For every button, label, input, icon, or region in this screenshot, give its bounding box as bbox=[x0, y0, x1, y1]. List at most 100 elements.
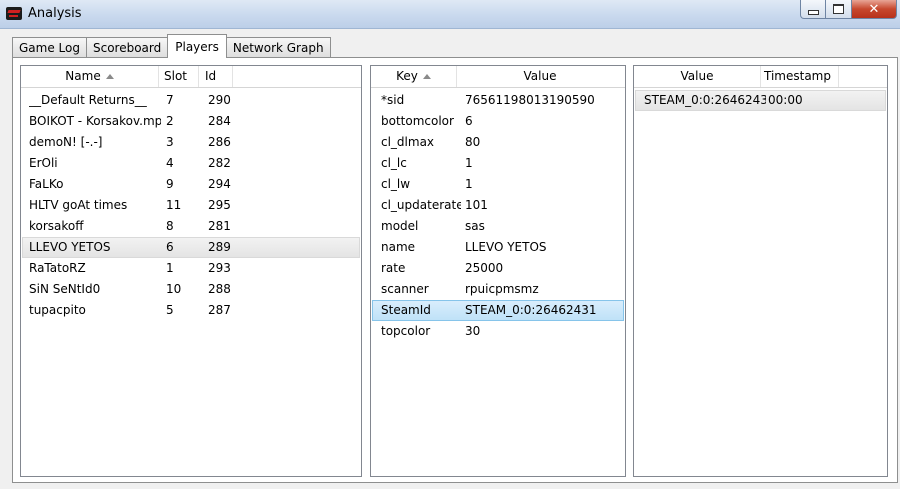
minimize-icon bbox=[807, 9, 819, 15]
table-row[interactable]: name LLEVO YETOS bbox=[372, 237, 624, 258]
window-body: Game Log Scoreboard Players Network Grap… bbox=[0, 29, 900, 489]
property-value-cell: 101 bbox=[465, 198, 488, 212]
title-bar: Analysis ✕ bbox=[0, 0, 900, 29]
table-row[interactable]: scanner rpuicpmsmz bbox=[372, 279, 624, 300]
player-id-cell: 286 bbox=[208, 135, 231, 149]
property-value-cell: STEAM_0:0:26462431 bbox=[465, 303, 597, 317]
table-row[interactable]: topcolor 30 bbox=[372, 321, 624, 342]
table-row[interactable]: demoN! [-.-] 3 286 bbox=[22, 132, 360, 153]
property-key-cell: rate bbox=[381, 261, 406, 275]
sort-ascending-icon bbox=[105, 74, 114, 79]
player-name-cell: HLTV goAt times bbox=[29, 198, 128, 212]
player-id-cell: 289 bbox=[208, 240, 231, 254]
close-icon: ✕ bbox=[868, 1, 880, 17]
maximize-button[interactable] bbox=[825, 0, 852, 19]
table-row[interactable]: cl_lc 1 bbox=[372, 153, 624, 174]
property-value-cell: 1 bbox=[465, 156, 473, 170]
players-rows: __Default Returns__ 7 290 BOIKOT - Korsakov… bbox=[21, 88, 361, 321]
property-key-cell: model bbox=[381, 219, 419, 233]
tab-game-log[interactable]: Game Log bbox=[12, 37, 87, 57]
property-key-cell: cl_updaterate bbox=[381, 198, 461, 212]
property-value-cell: 76561198013190590 bbox=[465, 93, 595, 107]
table-row[interactable]: ErOli 4 282 bbox=[22, 153, 360, 174]
player-slot-cell: 4 bbox=[166, 156, 174, 170]
player-slot-cell: 8 bbox=[166, 219, 174, 233]
table-row[interactable]: rate 25000 bbox=[372, 258, 624, 279]
property-key-cell: cl_lc bbox=[381, 156, 407, 170]
table-row[interactable]: *sid 76561198013190590 bbox=[372, 90, 624, 111]
table-row[interactable]: FaLKo 9 294 bbox=[22, 174, 360, 195]
column-header-value[interactable]: Value bbox=[457, 66, 623, 87]
player-slot-cell: 2 bbox=[166, 114, 174, 128]
player-name-cell: __Default Returns__ bbox=[29, 93, 147, 107]
app-logo-icon bbox=[6, 7, 22, 20]
table-row[interactable]: HLTV goAt times 11 295 bbox=[22, 195, 360, 216]
player-name-cell: tupacpito bbox=[29, 303, 86, 317]
table-row[interactable]: cl_dlmax 80 bbox=[372, 132, 624, 153]
table-row[interactable]: STEAM_0:0:26462431 00:00 bbox=[635, 90, 886, 111]
table-row[interactable]: bottomcolor 6 bbox=[372, 111, 624, 132]
player-name-cell: demoN! [-.-] bbox=[29, 135, 103, 149]
tab-scoreboard[interactable]: Scoreboard bbox=[85, 37, 169, 57]
history-timestamp-cell: 00:00 bbox=[768, 93, 803, 107]
tab-strip: Game Log Scoreboard Players Network Grap… bbox=[12, 34, 331, 58]
column-header-name[interactable]: Name bbox=[21, 66, 159, 87]
table-row[interactable]: korsakoff 8 281 bbox=[22, 216, 360, 237]
column-header-history-value[interactable]: Value bbox=[634, 66, 761, 87]
property-key-cell: cl_lw bbox=[381, 177, 411, 191]
column-header-name-label: Name bbox=[65, 69, 101, 83]
property-key-cell: SteamId bbox=[381, 303, 431, 317]
properties-list-header: Key Value bbox=[371, 66, 625, 88]
player-id-cell: 287 bbox=[208, 303, 231, 317]
table-row[interactable]: RaTatoRZ 1 293 bbox=[22, 258, 360, 279]
player-slot-cell: 6 bbox=[166, 240, 174, 254]
player-name-cell: LLEVO YETOS bbox=[29, 240, 111, 254]
player-id-cell: 281 bbox=[208, 219, 231, 233]
players-list[interactable]: Name Slot Id __Default Returns__ 7 290 BOIK… bbox=[20, 65, 362, 477]
player-slot-cell: 3 bbox=[166, 135, 174, 149]
history-value-cell: STEAM_0:0:26462431 bbox=[644, 93, 766, 107]
table-row[interactable]: tupacpito 5 287 bbox=[22, 300, 360, 321]
maximize-icon bbox=[833, 4, 844, 14]
tab-network-graph[interactable]: Network Graph bbox=[225, 37, 331, 57]
history-rows: STEAM_0:0:26462431 00:00 bbox=[634, 88, 887, 111]
player-name-cell: korsakoff bbox=[29, 219, 84, 233]
table-row[interactable]: SteamId STEAM_0:0:26462431 bbox=[372, 300, 624, 321]
column-header-slot[interactable]: Slot bbox=[159, 66, 199, 87]
player-name-cell: ErOli bbox=[29, 156, 58, 170]
player-slot-cell: 10 bbox=[166, 282, 182, 296]
player-name-cell: FaLKo bbox=[29, 177, 64, 191]
close-button[interactable]: ✕ bbox=[851, 0, 897, 19]
minimize-button[interactable] bbox=[800, 0, 826, 19]
player-name-cell: RaTatoRZ bbox=[29, 261, 86, 275]
property-value-cell: 6 bbox=[465, 114, 473, 128]
table-row[interactable]: __Default Returns__ 7 290 bbox=[22, 90, 360, 111]
column-header-timestamp-label: Timestamp bbox=[764, 69, 831, 83]
table-row[interactable]: cl_lw 1 bbox=[372, 174, 624, 195]
property-key-cell: *sid bbox=[381, 93, 405, 107]
property-value-cell: 30 bbox=[465, 324, 481, 338]
property-key-cell: scanner bbox=[381, 282, 429, 296]
column-header-id[interactable]: Id bbox=[199, 66, 233, 87]
player-name-cell: SiN SeNtId0 bbox=[29, 282, 101, 296]
table-row[interactable]: SiN SeNtId0 10 288 bbox=[22, 279, 360, 300]
value-history-header: Value Timestamp bbox=[634, 66, 887, 100]
property-key-cell: name bbox=[381, 240, 416, 254]
player-name-cell: BOIKOT - Korsakov.mp3 bbox=[29, 114, 161, 128]
properties-list[interactable]: Key Value *sid 76561198013190590 bottomcol… bbox=[370, 65, 626, 477]
player-slot-cell: 9 bbox=[166, 177, 174, 191]
table-row[interactable]: cl_updaterate 101 bbox=[372, 195, 624, 216]
property-value-cell: 80 bbox=[465, 135, 481, 149]
table-row[interactable]: LLEVO YETOS 6 289 bbox=[22, 237, 360, 258]
player-id-cell: 293 bbox=[208, 261, 231, 275]
properties-rows: *sid 76561198013190590 bottomcolor 6 cl_dlma… bbox=[371, 88, 625, 342]
value-history-list[interactable]: Value Timestamp STEAM_0:0:26462431 00:00 bbox=[633, 65, 888, 477]
players-list-header: Name Slot Id bbox=[21, 66, 361, 88]
property-key-cell: bottomcolor bbox=[381, 114, 454, 128]
column-header-key[interactable]: Key bbox=[371, 66, 457, 87]
table-row[interactable]: model sas bbox=[372, 216, 624, 237]
tab-players[interactable]: Players bbox=[167, 34, 227, 58]
property-key-cell: topcolor bbox=[381, 324, 431, 338]
table-row[interactable]: BOIKOT - Korsakov.mp3 2 284 bbox=[22, 111, 360, 132]
column-header-timestamp[interactable]: Timestamp bbox=[761, 66, 839, 100]
